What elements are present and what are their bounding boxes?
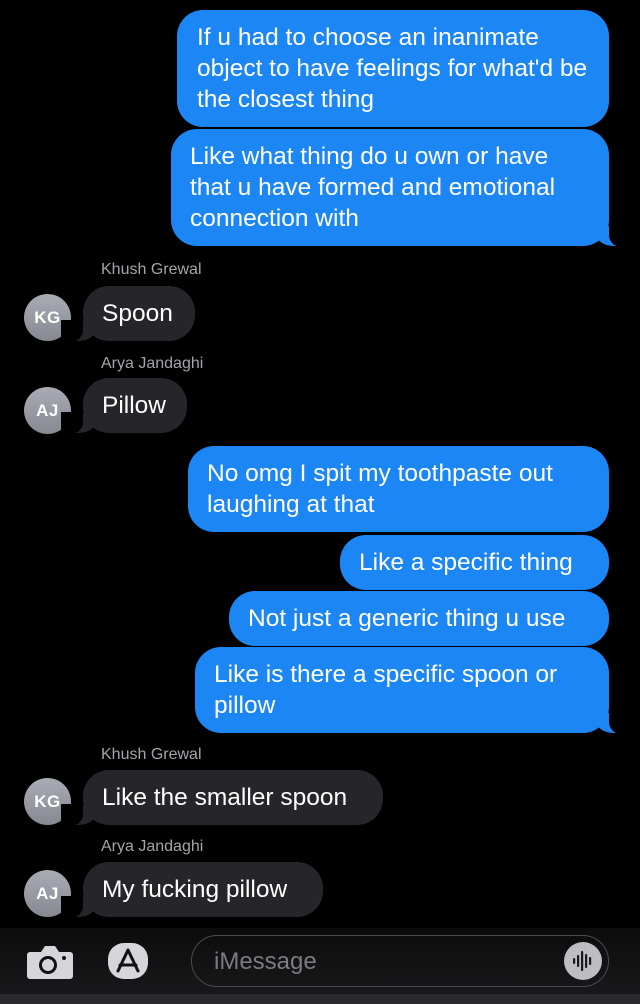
message-text: Spoon — [102, 300, 173, 327]
message-text: Like is there a specific spoon or pillow — [214, 661, 558, 719]
message-text: No omg I spit my toothpaste out laughing… — [207, 460, 553, 518]
app-store-button[interactable] — [106, 941, 150, 981]
message-text: If u had to choose an inanimate object t… — [197, 24, 588, 113]
sent-message[interactable]: No omg I spit my toothpaste out laughing… — [188, 446, 609, 532]
received-message[interactable]: Spoon — [61, 286, 195, 342]
message-text: Pillow — [102, 392, 166, 419]
received-message[interactable]: Pillow — [61, 378, 187, 434]
sent-message[interactable]: Like a specific thing — [340, 535, 609, 590]
message-thread: If u had to choose an inanimate object t… — [0, 0, 640, 928]
sent-message[interactable]: If u had to choose an inanimate object t… — [177, 10, 609, 127]
compose-bar — [0, 928, 640, 1004]
message-text: Like the smaller spoon — [102, 784, 348, 811]
sender-name: Khush Grewal — [101, 261, 202, 278]
sender-name: Khush Grewal — [101, 746, 202, 763]
audio-waveform-icon — [573, 951, 592, 971]
sender-name: Arya Jandaghi — [101, 355, 204, 372]
home-indicator-area — [0, 994, 640, 1004]
message-text: Like a specific thing — [359, 549, 573, 576]
camera-icon — [27, 946, 73, 979]
imessage-input[interactable] — [212, 944, 536, 980]
message-text: My fucking pillow — [102, 876, 288, 903]
sent-message[interactable]: Not just a generic thing u use — [229, 591, 609, 646]
message-text: Not just a generic thing u use — [248, 605, 566, 632]
message-input-field[interactable] — [191, 935, 609, 987]
audio-message-button[interactable] — [564, 942, 602, 980]
camera-button[interactable] — [26, 944, 74, 980]
message-text: Like what thing do u own or have that u … — [190, 143, 556, 232]
app-store-icon — [108, 943, 148, 979]
sent-message[interactable]: Like is there a specific spoon or pillow — [195, 647, 631, 734]
received-message[interactable]: My fucking pillow — [61, 862, 323, 918]
sent-message[interactable]: Like what thing do u own or have that u … — [171, 129, 631, 247]
received-message[interactable]: Like the smaller spoon — [61, 770, 383, 826]
sender-name: Arya Jandaghi — [101, 838, 204, 855]
